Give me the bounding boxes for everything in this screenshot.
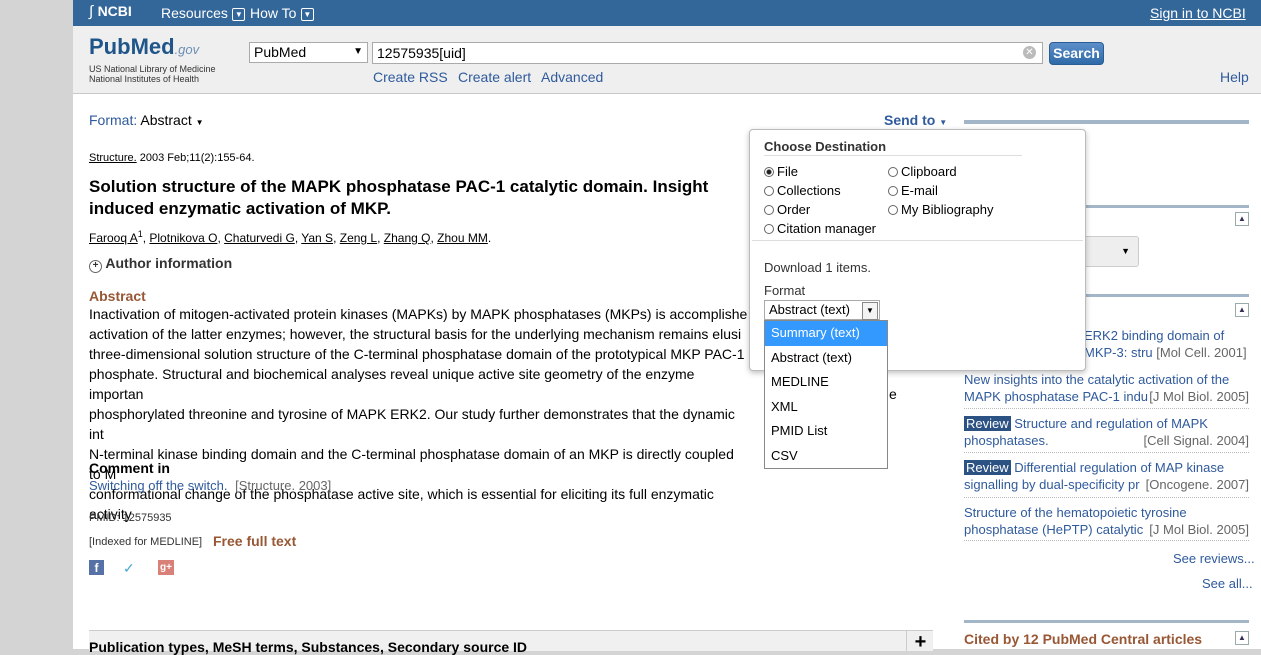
radio-clipboard[interactable]: Clipboard [888, 162, 994, 181]
download-count: Download 1 items. [764, 260, 871, 275]
caret-down-icon: ▼ [195, 118, 204, 127]
ncbi-logo[interactable]: ∫ NCBI [89, 3, 132, 21]
advanced-link[interactable]: Advanced [541, 69, 603, 85]
facebook-icon[interactable]: f [89, 560, 104, 575]
radio-icon [764, 224, 774, 234]
author-link[interactable]: Yan S [301, 231, 333, 245]
see-reviews-link[interactable]: See reviews... [1173, 551, 1255, 566]
article-title: Solution structure of the MAPK phosphata… [89, 177, 709, 218]
author-link[interactable]: Plotnikova O [149, 231, 217, 245]
radio-file[interactable]: File [764, 162, 876, 181]
format-option[interactable]: XML [765, 395, 887, 420]
format-option[interactable]: Summary (text) [765, 321, 887, 346]
radio-icon [764, 205, 774, 215]
howto-menu[interactable]: How To ▼ [250, 5, 314, 23]
format-option[interactable]: CSV [765, 444, 887, 469]
author-link[interactable]: Farooq A [89, 231, 138, 245]
radio-email[interactable]: E-mail [888, 181, 994, 200]
pubmed-logo[interactable]: PubMed.gov [89, 34, 199, 60]
search-button[interactable]: Search [1049, 42, 1104, 65]
destination-options-left: File Collections Order Citation manager [764, 162, 876, 238]
chevron-down-icon: ▼ [232, 8, 246, 21]
chevron-down-icon: ▼ [300, 8, 314, 21]
sidebar-separator [964, 497, 1249, 498]
author-link[interactable]: Zeng L [340, 231, 377, 245]
author-list: Farooq A1, Plotnikova O, Chaturvedi G, Y… [89, 229, 492, 245]
format-select[interactable]: Abstract (text) ▼ [764, 300, 880, 320]
popup-divider [764, 155, 1022, 156]
related-item[interactable]: Review Differential regulation of MAP ki… [964, 459, 1249, 493]
radio-icon [764, 186, 774, 196]
cited-by-heading: Cited by 12 PubMed Central articles [964, 631, 1203, 647]
indexed-label: [Indexed for MEDLINE] [89, 536, 203, 548]
radio-citation-manager[interactable]: Citation manager [764, 219, 876, 238]
signin-link[interactable]: Sign in to NCBI [1150, 5, 1246, 21]
radio-icon [764, 167, 774, 177]
destination-options-right: Clipboard E-mail My Bibliography [888, 162, 994, 219]
resources-menu[interactable]: Resources ▼ [161, 5, 246, 23]
see-all-link[interactable]: See all... [1202, 576, 1253, 591]
collapse-icon[interactable]: ▲ [1235, 212, 1249, 226]
format-dropdown-list: Summary (text) Abstract (text) MEDLINE X… [764, 320, 888, 469]
popup-title: Choose Destination [764, 139, 887, 154]
nlm-caption: US National Library of Medicine National… [89, 64, 216, 84]
sidebar-separator [964, 452, 1249, 453]
format-menu[interactable]: Format: Abstract ▼ [89, 112, 204, 128]
sidebar-divider [964, 120, 1249, 124]
author-link[interactable]: Zhou MM [437, 231, 488, 245]
review-badge: Review [964, 416, 1011, 431]
expand-plus-icon: + [89, 260, 102, 273]
send-to-menu[interactable]: Send to ▼ [884, 112, 947, 128]
clear-icon[interactable]: ✕ [1023, 46, 1036, 59]
sidebar-divider [964, 620, 1249, 623]
abstract-heading: Abstract [89, 288, 146, 304]
help-link[interactable]: Help [1220, 69, 1249, 85]
twitter-icon[interactable]: ✓ [123, 560, 135, 577]
search-input[interactable]: 12575935[uid] ✕ [372, 42, 1043, 64]
details-bar[interactable]: Publication types, MeSH terms, Substance… [89, 630, 934, 655]
format-option[interactable]: MEDLINE [765, 370, 887, 395]
comment-link[interactable]: Switching off the switch. [89, 478, 228, 493]
radio-order[interactable]: Order [764, 200, 876, 219]
popup-divider [752, 240, 1083, 241]
caret-down-icon: ▼ [939, 118, 948, 127]
review-badge: Review [964, 460, 1011, 475]
author-info-toggle[interactable]: + Author information [89, 255, 232, 273]
sidebar-separator [964, 540, 1249, 541]
radio-icon [888, 167, 898, 177]
comment-in: Switching off the switch. [Structure. 20… [89, 478, 332, 493]
author-link[interactable]: Zhang Q [384, 231, 431, 245]
ncbi-helix-icon: ∫ [89, 3, 94, 20]
chevron-down-icon: ▼ [862, 302, 878, 320]
radio-my-bibliography[interactable]: My Bibliography [888, 200, 994, 219]
googleplus-icon[interactable]: g+ [158, 560, 174, 575]
format-option[interactable]: PMID List [765, 419, 887, 444]
citation: Structure. 2003 Feb;11(2):155-64. [89, 152, 255, 164]
collapse-icon[interactable]: ▲ [1235, 303, 1249, 317]
abstract-text-tail: e [889, 386, 897, 402]
create-rss-link[interactable]: Create RSS [373, 69, 448, 85]
database-select[interactable]: PubMed ▼ [249, 42, 368, 63]
format-label: Format [764, 283, 806, 298]
caret-down-icon: ▼ [1121, 246, 1130, 256]
related-item-partial[interactable]: ERK2 binding domain of MKP-3: stru [Mol … [1084, 327, 1247, 361]
related-item[interactable]: New insights into the catalytic activati… [964, 371, 1249, 405]
comment-heading: Comment in [89, 460, 170, 476]
pmid: PMID: 12575935 [89, 512, 172, 524]
radio-icon [888, 205, 898, 215]
create-alert-link[interactable]: Create alert [458, 69, 531, 85]
expand-plus-icon: + [906, 631, 934, 653]
related-item[interactable]: Structure of the hematopoietic tyrosine … [964, 504, 1249, 538]
chevron-down-icon: ▼ [353, 46, 363, 57]
format-option[interactable]: Abstract (text) [765, 346, 887, 371]
sidebar-separator [964, 408, 1249, 409]
journal-link[interactable]: Structure. [89, 152, 137, 164]
free-full-text-link[interactable]: Free full text [213, 533, 296, 549]
radio-icon [888, 186, 898, 196]
author-link[interactable]: Chaturvedi G [224, 231, 295, 245]
radio-collections[interactable]: Collections [764, 181, 876, 200]
related-item[interactable]: Review Structure and regulation of MAPK … [964, 415, 1249, 449]
collapse-icon[interactable]: ▲ [1235, 631, 1249, 645]
